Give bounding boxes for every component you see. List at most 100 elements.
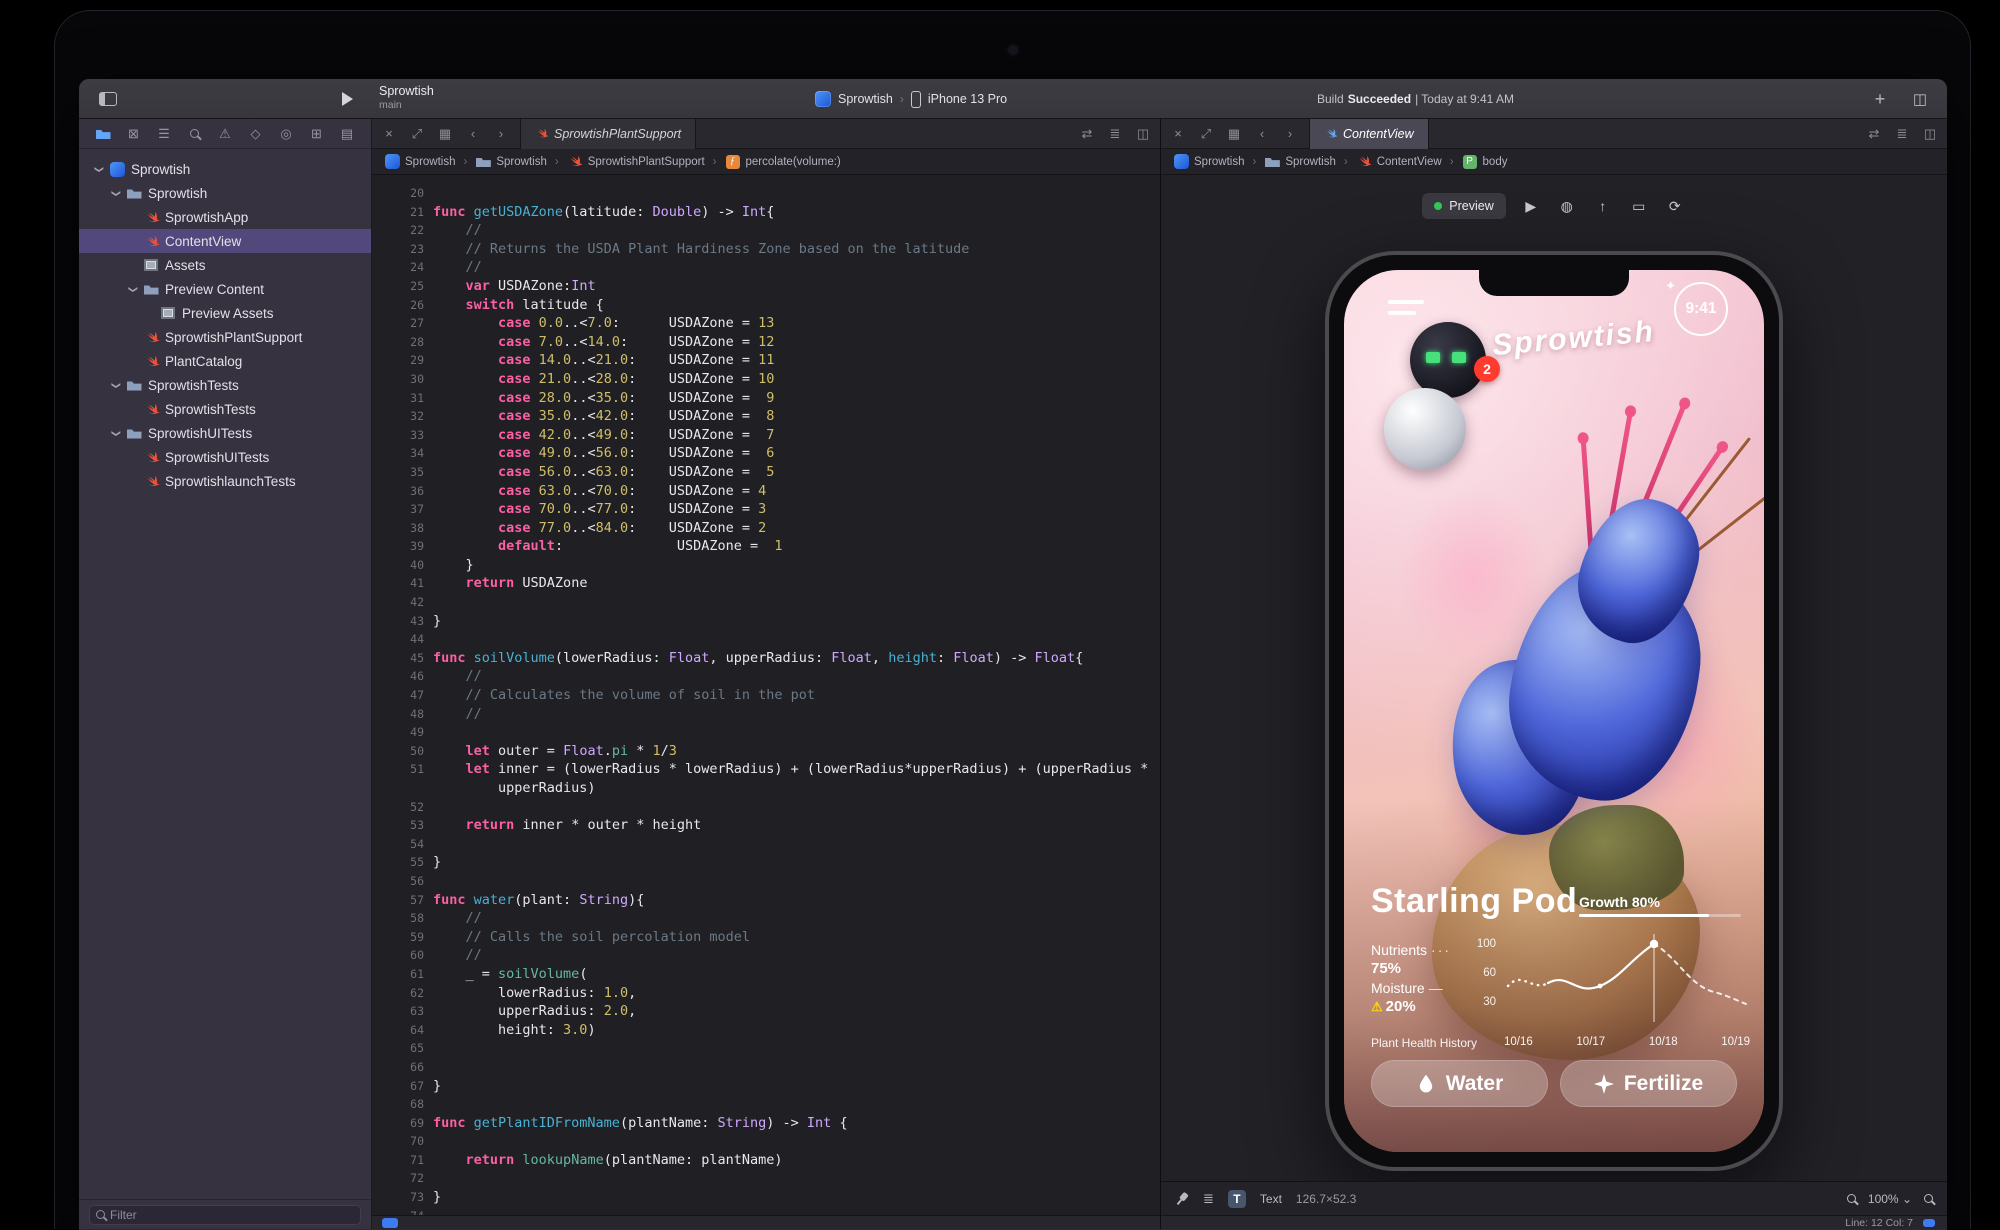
code-line[interactable]: 51 let inner = (lowerRadius * lowerRadiu… bbox=[372, 760, 1160, 779]
code-line[interactable]: 37 case 70.0..<77.0: USDAZone = 3 bbox=[372, 500, 1160, 519]
zoom-level[interactable]: 100% ⌄ bbox=[1868, 1192, 1912, 1206]
code-line[interactable]: 40 } bbox=[372, 556, 1160, 575]
find-navigator-icon[interactable] bbox=[185, 129, 205, 138]
code-line[interactable]: 25 var USDAZone:Int bbox=[372, 277, 1160, 296]
report-navigator-icon[interactable]: ▤ bbox=[337, 126, 357, 142]
code-line[interactable]: 66 bbox=[372, 1058, 1160, 1077]
breadcrumb-item[interactable]: Sprowtish bbox=[384, 155, 456, 168]
tree-item-sprowtishtests[interactable]: SprowtishTests bbox=[79, 397, 371, 421]
build-status[interactable]: Build Succeeded | Today at 9:41 AM bbox=[1317, 79, 1514, 119]
code-line[interactable]: 44 bbox=[372, 630, 1160, 649]
pin-icon[interactable] bbox=[1172, 1189, 1192, 1209]
robot-avatar-dark[interactable] bbox=[1410, 322, 1486, 398]
breadcrumb-item[interactable]: ContentView bbox=[1356, 155, 1442, 168]
code-line[interactable]: 42 bbox=[372, 593, 1160, 612]
code-line[interactable]: 59 // Calls the soil percolation model bbox=[372, 928, 1160, 947]
code-line[interactable]: 69func getPlantIDFromName(plantName: Str… bbox=[372, 1114, 1160, 1133]
breadcrumb-item[interactable]: ƒpercolate(volume:) bbox=[725, 155, 841, 168]
inspect-icon[interactable]: ◍ bbox=[1556, 195, 1578, 217]
code-line[interactable]: 53 return inner * outer * height bbox=[372, 816, 1160, 835]
device-settings-icon[interactable]: ▭ bbox=[1628, 195, 1650, 217]
code-line[interactable]: 63 upperRadius: 2.0, bbox=[372, 1002, 1160, 1021]
breakpoint-navigator-icon[interactable]: ⊞ bbox=[307, 126, 327, 142]
code-line[interactable]: 56 bbox=[372, 872, 1160, 891]
code-line[interactable]: 47 // Calculates the volume of soil in t… bbox=[372, 686, 1160, 705]
code-line[interactable]: 36 case 63.0..<70.0: USDAZone = 4 bbox=[372, 482, 1160, 501]
code-line[interactable]: 28 case 7.0..<14.0: USDAZone = 12 bbox=[372, 333, 1160, 352]
zoom-out-icon[interactable] bbox=[1847, 1194, 1856, 1203]
close-split-icon[interactable]: × bbox=[1169, 126, 1187, 141]
code-line[interactable]: 50 let outer = Float.pi * 1/3 bbox=[372, 742, 1160, 761]
code-line[interactable]: 49 bbox=[372, 723, 1160, 742]
code-line[interactable]: 64 height: 3.0) bbox=[372, 1021, 1160, 1040]
robot-avatar-light[interactable] bbox=[1384, 388, 1466, 470]
code-line[interactable]: 22 // bbox=[372, 221, 1160, 240]
breadcrumb-item[interactable]: Pbody bbox=[1462, 155, 1508, 168]
tree-item-sprowtishapp[interactable]: SprowtishApp bbox=[79, 205, 371, 229]
code-line[interactable]: 57func water(plant: String){ bbox=[372, 891, 1160, 910]
back-icon[interactable]: ‹ bbox=[1253, 126, 1271, 141]
tree-item-sprowtishuitests[interactable]: SprowtishUITests bbox=[79, 445, 371, 469]
breadcrumb-item[interactable]: Sprowtish bbox=[1264, 155, 1336, 168]
code-line[interactable]: 27 case 0.0..<7.0: USDAZone = 13 bbox=[372, 314, 1160, 333]
water-button[interactable]: Water bbox=[1371, 1060, 1548, 1107]
code-line[interactable]: 30 case 21.0..<28.0: USDAZone = 10 bbox=[372, 370, 1160, 389]
code-line[interactable]: 60 // bbox=[372, 946, 1160, 965]
code-line[interactable]: 24 // bbox=[372, 258, 1160, 277]
tree-item-preview assets[interactable]: Preview Assets bbox=[79, 301, 371, 325]
breadcrumb-item[interactable]: Sprowtish bbox=[475, 155, 547, 168]
code-line[interactable]: 61 _ = soilVolume( bbox=[372, 965, 1160, 984]
disclosure-chevron-icon[interactable]: ❯ bbox=[111, 427, 122, 439]
code-line[interactable]: 70 bbox=[372, 1132, 1160, 1151]
code-line[interactable]: 71 return lookupName(plantName: plantNam… bbox=[372, 1151, 1160, 1170]
tab-contentview[interactable]: ContentView bbox=[1309, 119, 1429, 149]
issue-navigator-icon[interactable]: ⚠ bbox=[215, 126, 235, 142]
disclosure-chevron-icon[interactable]: ❯ bbox=[111, 379, 122, 391]
code-line[interactable]: 43} bbox=[372, 612, 1160, 631]
code-line[interactable]: 52 bbox=[372, 798, 1160, 817]
code-line[interactable]: 67} bbox=[372, 1077, 1160, 1096]
tree-item-sprowtish[interactable]: ❯Sprowtish bbox=[79, 181, 371, 205]
code-editor[interactable]: 2021func getUSDAZone(latitude: Double) -… bbox=[372, 175, 1160, 1215]
code-line[interactable]: 39 default: USDAZone = 1 bbox=[372, 537, 1160, 556]
related-items-icon[interactable]: ⇄ bbox=[1865, 126, 1883, 142]
tree-item-sprowtishplantsupport[interactable]: SprowtishPlantSupport bbox=[79, 325, 371, 349]
minimap-icon[interactable]: ≣ bbox=[1893, 126, 1911, 142]
code-line[interactable]: 23 // Returns the USDA Plant Hardiness Z… bbox=[372, 240, 1160, 259]
forward-icon[interactable]: › bbox=[1281, 126, 1299, 141]
test-navigator-icon[interactable]: ◇ bbox=[246, 126, 266, 142]
code-line[interactable]: 73} bbox=[372, 1188, 1160, 1207]
tree-item-sprowtishuitests[interactable]: ❯SprowtishUITests bbox=[79, 421, 371, 445]
play-preview-icon[interactable]: ▶ bbox=[1520, 195, 1542, 217]
toggle-navigator-button[interactable] bbox=[95, 79, 121, 119]
menu-button[interactable] bbox=[1388, 300, 1424, 322]
code-line[interactable]: 21func getUSDAZone(latitude: Double) -> … bbox=[372, 203, 1160, 222]
disclosure-chevron-icon[interactable]: ❯ bbox=[94, 163, 105, 175]
symbol-navigator-icon[interactable]: ☰ bbox=[154, 126, 174, 142]
breadcrumb-item[interactable]: SprowtishPlantSupport bbox=[567, 155, 705, 168]
code-line[interactable]: 45func soilVolume(lowerRadius: Float, up… bbox=[372, 649, 1160, 668]
code-line[interactable]: 62 lowerRadius: 1.0, bbox=[372, 984, 1160, 1003]
code-line[interactable]: 38 case 77.0..<84.0: USDAZone = 2 bbox=[372, 519, 1160, 538]
tree-item-contentview[interactable]: ContentView bbox=[79, 229, 371, 253]
code-line[interactable]: 54 bbox=[372, 835, 1160, 854]
source-control-navigator-icon[interactable]: ⊠ bbox=[124, 126, 144, 142]
code-line[interactable]: 46 // bbox=[372, 667, 1160, 686]
related-items-icon[interactable]: ⇄ bbox=[1078, 126, 1096, 142]
debug-navigator-icon[interactable]: ◎ bbox=[276, 126, 296, 142]
tree-item-sprowtish[interactable]: ❯Sprowtish bbox=[79, 157, 371, 181]
canvas-jump-bar[interactable]: Sprowtish›Sprowtish›ContentView›Pbody bbox=[1161, 149, 1947, 175]
disclosure-chevron-icon[interactable]: ❯ bbox=[128, 283, 139, 295]
code-line[interactable]: 29 case 14.0..<21.0: USDAZone = 11 bbox=[372, 351, 1160, 370]
code-line[interactable]: 74 bbox=[372, 1207, 1160, 1215]
forward-icon[interactable]: › bbox=[492, 126, 510, 141]
add-button[interactable]: + bbox=[1869, 79, 1891, 119]
editor-jump-bar[interactable]: Sprowtish›Sprowtish›SprowtishPlantSuppor… bbox=[372, 149, 1160, 175]
back-icon[interactable]: ‹ bbox=[464, 126, 482, 141]
code-line[interactable]: 41 return USDAZone bbox=[372, 574, 1160, 593]
disclosure-chevron-icon[interactable]: ❯ bbox=[111, 187, 122, 199]
tree-item-sprowtishtests[interactable]: ❯SprowtishTests bbox=[79, 373, 371, 397]
tree-item-preview content[interactable]: ❯Preview Content bbox=[79, 277, 371, 301]
code-line[interactable]: 58 // bbox=[372, 909, 1160, 928]
zoom-in-icon[interactable] bbox=[1924, 1194, 1933, 1203]
